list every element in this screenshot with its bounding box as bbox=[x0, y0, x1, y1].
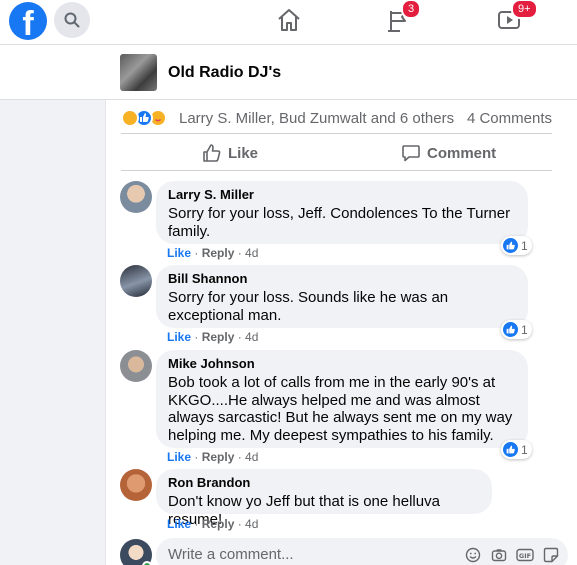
comment-reply-link[interactable]: Reply bbox=[202, 246, 235, 260]
emoji-icon[interactable] bbox=[464, 546, 482, 564]
reaction-count: 1 bbox=[521, 442, 528, 457]
comment-text: Sorry for your loss, Jeff. Condolences T… bbox=[168, 205, 511, 240]
comments-count[interactable]: 4 Comments bbox=[467, 110, 552, 127]
top-nav: f 3 9+ bbox=[0, 0, 577, 44]
comment-meta: Like · Reply · 4d bbox=[167, 246, 259, 260]
comment-button-label: Comment bbox=[427, 144, 497, 162]
thumbs-up-icon bbox=[203, 144, 221, 162]
page-header: Old Radio DJ's bbox=[0, 44, 577, 100]
comment-meta: Like · Reply · 4d bbox=[167, 517, 259, 531]
like-button-label: Like bbox=[228, 144, 259, 162]
comment-bubble: Ron Brandon Don't know yo Jeff but that … bbox=[156, 469, 492, 528]
watch-badge: 9+ bbox=[511, 0, 538, 19]
page-name[interactable]: Old Radio DJ's bbox=[168, 64, 281, 82]
page-thumbnail[interactable] bbox=[120, 54, 157, 91]
comment-reactions[interactable]: 1 bbox=[501, 236, 532, 255]
online-indicator bbox=[142, 561, 152, 565]
logo-letter: f bbox=[22, 5, 34, 40]
comment-time[interactable]: 4d bbox=[245, 450, 258, 464]
gif-icon[interactable]: GIF bbox=[516, 546, 534, 564]
reactions-summary[interactable]: Larry S. Miller, Bud Zumwalt and 6 other… bbox=[121, 104, 552, 134]
comment-text: Bob took a lot of calls from me in the e… bbox=[168, 374, 513, 444]
comment-like-link[interactable]: Like bbox=[167, 517, 191, 531]
avatar[interactable] bbox=[120, 181, 152, 213]
home-icon bbox=[278, 9, 300, 31]
comment-meta: Like · Reply · 4d bbox=[167, 330, 259, 344]
comment-like-link[interactable]: Like bbox=[167, 450, 191, 464]
sticker-icon[interactable] bbox=[542, 546, 560, 564]
comment-author[interactable]: Mike Johnson bbox=[168, 356, 516, 372]
comment-author[interactable]: Ron Brandon bbox=[168, 475, 480, 491]
comment-time[interactable]: 4d bbox=[245, 517, 258, 531]
comment-button[interactable]: Comment bbox=[401, 135, 496, 171]
facebook-logo[interactable]: f bbox=[9, 2, 47, 40]
comment-reply-link[interactable]: Reply bbox=[202, 330, 235, 344]
svg-text:GIF: GIF bbox=[519, 552, 531, 560]
comment-bubble-icon bbox=[402, 145, 420, 162]
comment-bubble: Mike Johnson Bob took a lot of calls fro… bbox=[156, 350, 528, 448]
comment-reactions[interactable]: 1 bbox=[501, 440, 532, 459]
post-card: Larry S. Miller, Bud Zumwalt and 6 other… bbox=[105, 100, 577, 565]
comment-like-link[interactable]: Like bbox=[167, 246, 191, 260]
write-comment-row: Write a comment... GIF bbox=[120, 537, 570, 565]
comment-author[interactable]: Larry S. Miller bbox=[168, 187, 516, 203]
groups-badge: 3 bbox=[401, 0, 422, 19]
like-button[interactable]: Like bbox=[202, 135, 258, 171]
sad-reaction-icon bbox=[121, 109, 139, 127]
comment-reply-link[interactable]: Reply bbox=[202, 450, 235, 464]
avatar[interactable] bbox=[120, 469, 152, 501]
comment-meta: Like · Reply · 4d bbox=[167, 450, 259, 464]
comment-reply-link[interactable]: Reply bbox=[202, 517, 235, 531]
watch-tab[interactable]: 9+ bbox=[495, 0, 538, 34]
comment-time[interactable]: 4d bbox=[245, 246, 258, 260]
reaction-count: 1 bbox=[521, 322, 528, 337]
comment-like-link[interactable]: Like bbox=[167, 330, 191, 344]
comment-input[interactable]: Write a comment... GIF bbox=[156, 538, 568, 565]
post-actions: Like Comment bbox=[121, 135, 552, 171]
comment-input-placeholder: Write a comment... bbox=[168, 546, 294, 563]
search-icon bbox=[64, 12, 80, 28]
comment-reactions[interactable]: 1 bbox=[501, 320, 532, 339]
groups-tab[interactable]: 3 bbox=[385, 0, 422, 34]
comment-text: Sorry for your loss. Sounds like he was … bbox=[168, 289, 449, 324]
home-tab[interactable] bbox=[275, 6, 303, 34]
comment-author[interactable]: Bill Shannon bbox=[168, 271, 516, 287]
reaction-names[interactable]: Larry S. Miller, Bud Zumwalt and 6 other… bbox=[179, 110, 454, 127]
camera-icon[interactable] bbox=[490, 546, 508, 564]
search-button[interactable] bbox=[54, 2, 90, 38]
avatar[interactable] bbox=[120, 350, 152, 382]
like-reaction-icon bbox=[503, 442, 518, 457]
like-reaction-icon bbox=[503, 322, 518, 337]
comment-bubble: Larry S. Miller Sorry for your loss, Jef… bbox=[156, 181, 528, 244]
like-reaction-icon bbox=[503, 238, 518, 253]
comment-bubble: Bill Shannon Sorry for your loss. Sounds… bbox=[156, 265, 528, 328]
reaction-count: 1 bbox=[521, 238, 528, 253]
avatar[interactable] bbox=[120, 265, 152, 297]
comment-input-icons: GIF bbox=[464, 546, 560, 564]
comment-time[interactable]: 4d bbox=[245, 330, 258, 344]
